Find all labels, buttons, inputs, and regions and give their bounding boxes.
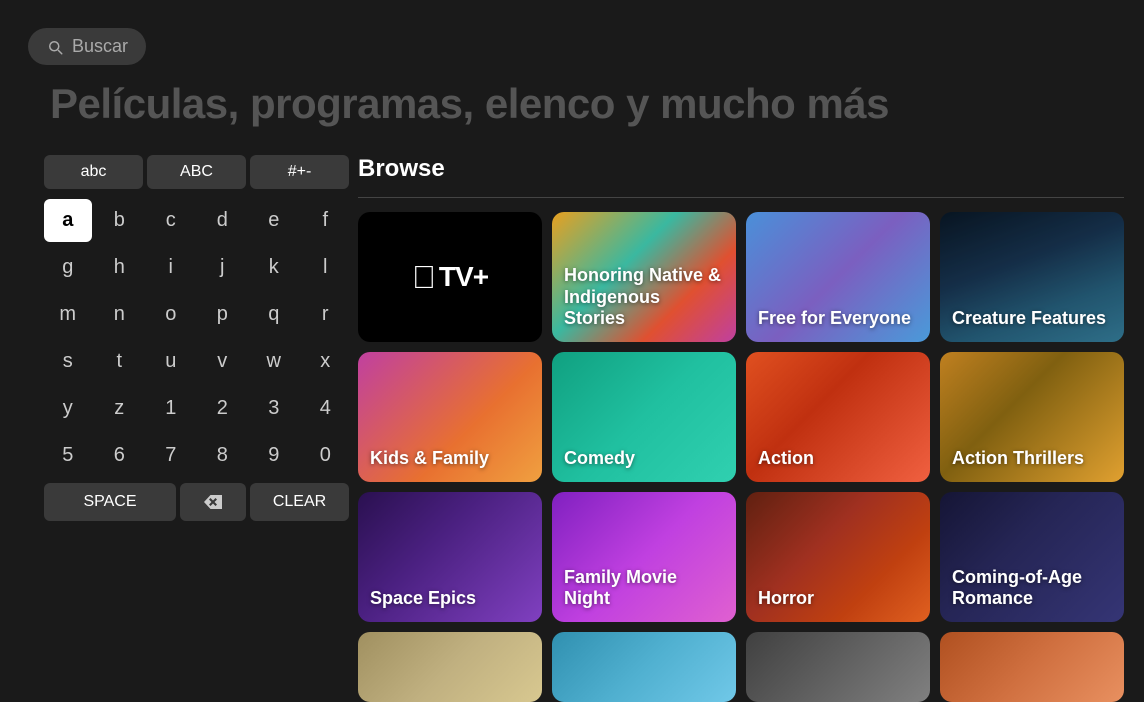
key-s[interactable]: s bbox=[44, 340, 92, 383]
tile-coming-of-age[interactable]: Coming-of-Age Romance bbox=[940, 492, 1124, 622]
tile-appletv[interactable]:  TV+ bbox=[358, 212, 542, 342]
key-d[interactable]: d bbox=[199, 199, 247, 242]
tile-inner-action: Action bbox=[746, 352, 930, 482]
key-0[interactable]: 0 bbox=[302, 434, 350, 477]
tile-label-comedy: Comedy bbox=[564, 448, 635, 470]
keyboard-panel: abc ABC #+- a b c d e f g h i j k l m n … bbox=[44, 155, 349, 521]
key-h[interactable]: h bbox=[96, 246, 144, 289]
key-1[interactable]: 1 bbox=[147, 387, 195, 430]
key-b[interactable]: b bbox=[96, 199, 144, 242]
key-4[interactable]: 4 bbox=[302, 387, 350, 430]
keyboard-action-row: SPACE CLEAR bbox=[44, 483, 349, 521]
search-icon bbox=[46, 38, 64, 56]
key-6[interactable]: 6 bbox=[96, 434, 144, 477]
tile-kids2[interactable] bbox=[552, 632, 736, 702]
tile-inner-coming-of-age: Coming-of-Age Romance bbox=[940, 492, 1124, 622]
key-x[interactable]: x bbox=[302, 340, 350, 383]
tile-label-kids: Kids & Family bbox=[370, 448, 489, 470]
tile-kids[interactable]: Kids & Family bbox=[358, 352, 542, 482]
key-e[interactable]: e bbox=[250, 199, 298, 242]
key-l[interactable]: l bbox=[302, 246, 350, 289]
tile-action[interactable]: Action bbox=[746, 352, 930, 482]
key-o[interactable]: o bbox=[147, 293, 195, 336]
tile-inner-free: Free for Everyone bbox=[746, 212, 930, 342]
tile-inner-indigenous: Honoring Native & Indigenous Stories bbox=[552, 212, 736, 342]
mode-btn-ABC[interactable]: ABC bbox=[147, 155, 246, 189]
tile-comedy[interactable]: Comedy bbox=[552, 352, 736, 482]
tile-extra[interactable] bbox=[940, 632, 1124, 702]
key-g[interactable]: g bbox=[44, 246, 92, 289]
key-p[interactable]: p bbox=[199, 293, 247, 336]
key-u[interactable]: u bbox=[147, 340, 195, 383]
tile-inner-action-thrillers: Action Thrillers bbox=[940, 352, 1124, 482]
key-f[interactable]: f bbox=[302, 199, 350, 242]
key-c[interactable]: c bbox=[147, 199, 195, 242]
tile-space[interactable]: Space Epics bbox=[358, 492, 542, 622]
tile-news[interactable] bbox=[358, 632, 542, 702]
backspace-button[interactable] bbox=[180, 483, 246, 521]
key-n[interactable]: n bbox=[96, 293, 144, 336]
key-y[interactable]: y bbox=[44, 387, 92, 430]
key-v[interactable]: v bbox=[199, 340, 247, 383]
clear-button[interactable]: CLEAR bbox=[250, 483, 349, 521]
tile-label-creature: Creature Features bbox=[952, 308, 1106, 330]
tile-indigenous[interactable]: Honoring Native & Indigenous Stories bbox=[552, 212, 736, 342]
tile-inner-space: Space Epics bbox=[358, 492, 542, 622]
key-8[interactable]: 8 bbox=[199, 434, 247, 477]
tile-family[interactable]: Family Movie Night bbox=[552, 492, 736, 622]
tile-label-horror: Horror bbox=[758, 588, 814, 610]
key-9[interactable]: 9 bbox=[250, 434, 298, 477]
key-2[interactable]: 2 bbox=[199, 387, 247, 430]
tile-free[interactable]: Free for Everyone bbox=[746, 212, 930, 342]
tile-inner-horror: Horror bbox=[746, 492, 930, 622]
browse-divider bbox=[358, 197, 1124, 198]
key-z[interactable]: z bbox=[96, 387, 144, 430]
tile-label-free: Free for Everyone bbox=[758, 308, 911, 330]
key-w[interactable]: w bbox=[250, 340, 298, 383]
key-5[interactable]: 5 bbox=[44, 434, 92, 477]
browse-grid:  TV+ Honoring Native & Indigenous Stori… bbox=[358, 212, 1144, 622]
search-label: Buscar bbox=[72, 36, 128, 57]
tile-label-space: Space Epics bbox=[370, 588, 476, 610]
key-a[interactable]: a bbox=[44, 199, 92, 242]
tile-creature[interactable]: Creature Features bbox=[940, 212, 1124, 342]
appletv-logo:  TV+ bbox=[358, 212, 542, 342]
key-3[interactable]: 3 bbox=[250, 387, 298, 430]
key-k[interactable]: k bbox=[250, 246, 298, 289]
key-q[interactable]: q bbox=[250, 293, 298, 336]
key-t[interactable]: t bbox=[96, 340, 144, 383]
space-button[interactable]: SPACE bbox=[44, 483, 176, 521]
tile-action-thrillers[interactable]: Action Thrillers bbox=[940, 352, 1124, 482]
tile-action2[interactable] bbox=[746, 632, 930, 702]
tile-label-action-thrillers: Action Thrillers bbox=[952, 448, 1084, 470]
keyboard-mode-row: abc ABC #+- bbox=[44, 155, 349, 189]
key-r[interactable]: r bbox=[302, 293, 350, 336]
browse-partial-row bbox=[358, 632, 1144, 702]
backspace-icon bbox=[203, 494, 223, 510]
mode-btn-abc[interactable]: abc bbox=[44, 155, 143, 189]
tile-label-indigenous: Honoring Native & Indigenous Stories bbox=[564, 265, 724, 330]
keyboard-grid: a b c d e f g h i j k l m n o p q r s t … bbox=[44, 199, 349, 477]
key-j[interactable]: j bbox=[199, 246, 247, 289]
tile-label-action: Action bbox=[758, 448, 814, 470]
tile-inner-kids: Kids & Family bbox=[358, 352, 542, 482]
apple-logo-icon:  bbox=[412, 259, 436, 296]
key-m[interactable]: m bbox=[44, 293, 92, 336]
mode-btn-symbols[interactable]: #+- bbox=[250, 155, 349, 189]
page-title: Películas, programas, elenco y mucho más bbox=[50, 80, 889, 128]
tile-inner-creature: Creature Features bbox=[940, 212, 1124, 342]
key-7[interactable]: 7 bbox=[147, 434, 195, 477]
tile-label-family: Family Movie Night bbox=[564, 567, 724, 610]
tile-label-coming-of-age: Coming-of-Age Romance bbox=[952, 567, 1112, 610]
tile-inner-comedy: Comedy bbox=[552, 352, 736, 482]
tile-horror[interactable]: Horror bbox=[746, 492, 930, 622]
browse-title: Browse bbox=[358, 155, 1144, 183]
appletv-text: TV+ bbox=[439, 261, 488, 293]
search-bar[interactable]: Buscar bbox=[28, 28, 146, 65]
tile-inner-family: Family Movie Night bbox=[552, 492, 736, 622]
key-i[interactable]: i bbox=[147, 246, 195, 289]
browse-section: Browse  TV+ Honoring Native & Indigenou… bbox=[358, 155, 1144, 644]
